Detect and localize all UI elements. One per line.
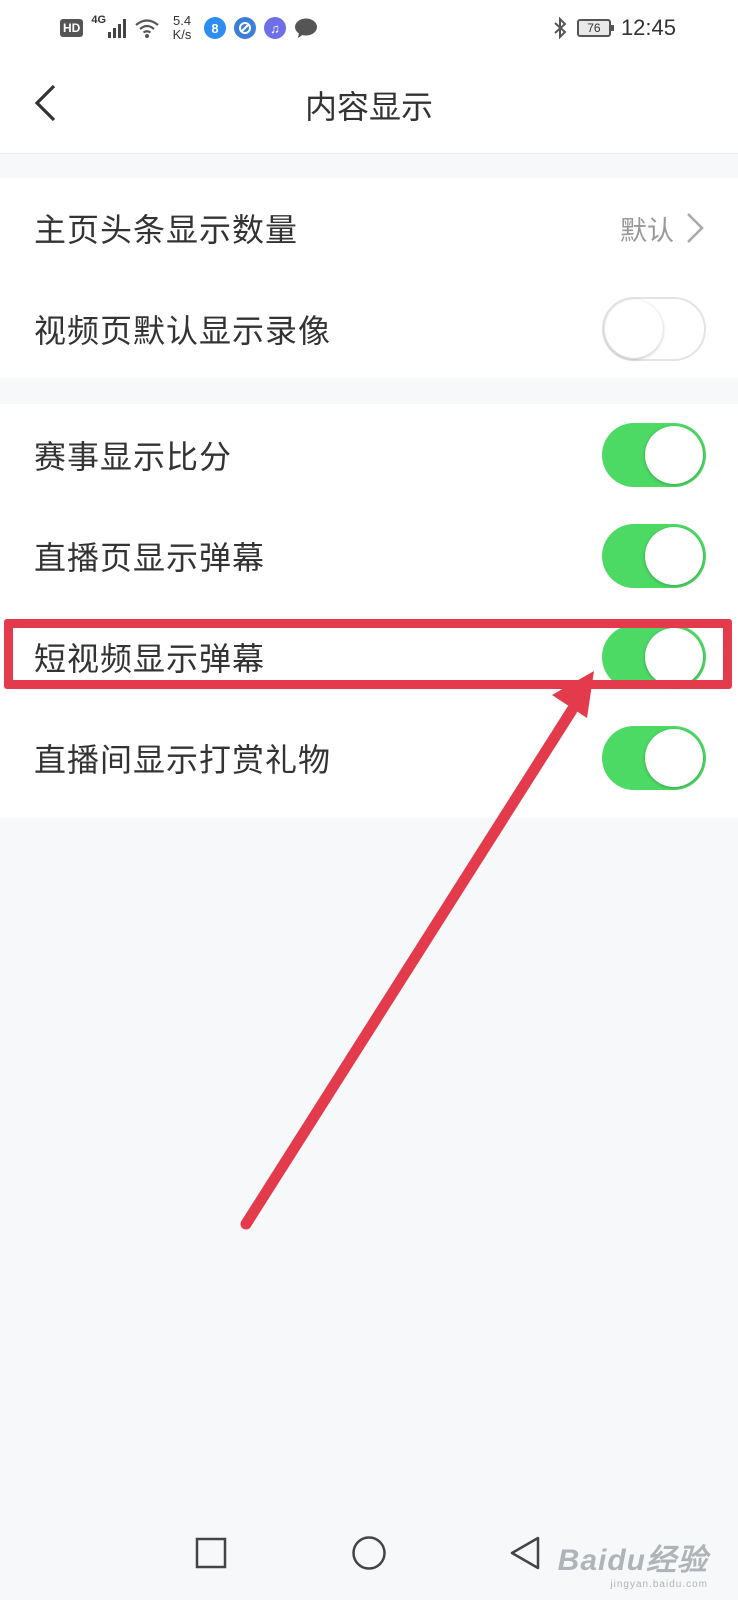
- toggle-knob: [605, 299, 663, 358]
- setting-label: 赛事显示比分: [34, 437, 233, 476]
- status-right: 76 12:45: [553, 10, 676, 46]
- watermark-sub: jingyan.baidu.com: [610, 1579, 708, 1590]
- toggle-live-danmaku[interactable]: [602, 523, 706, 588]
- wifi-icon: [135, 19, 159, 38]
- setting-headline-count[interactable]: 主页头条显示数量 默认: [0, 178, 738, 278]
- toggle-knob: [645, 627, 703, 686]
- setting-video-default-recording: 视频页默认显示录像: [0, 278, 738, 379]
- setting-label: 直播页显示弹幕: [34, 538, 266, 577]
- toggle-live-gifts[interactable]: [602, 725, 706, 790]
- setting-label: 视频页默认显示录像: [34, 311, 332, 350]
- hd-badge: HD: [60, 19, 84, 37]
- battery-icon: 76: [576, 19, 614, 37]
- setting-value-wrap: 默认: [620, 178, 706, 278]
- toggle-match-score[interactable]: [602, 422, 706, 487]
- status-left: HD 4G 5.4 K/s 8 ♫: [60, 10, 318, 46]
- music-icon: ♫: [264, 17, 287, 39]
- toggle-wrap: [602, 404, 706, 505]
- toggle-knob: [645, 425, 703, 484]
- toggle-wrap: [602, 505, 706, 606]
- toggle-knob: [645, 526, 703, 585]
- network-type: 4G: [91, 14, 107, 26]
- setting-short-video-danmaku: 短视频显示弹幕: [0, 606, 738, 707]
- back-triangle-icon: [510, 1536, 540, 1570]
- message-icon: [295, 18, 318, 38]
- setting-label: 主页头条显示数量: [34, 211, 299, 249]
- home-button[interactable]: [344, 1528, 394, 1578]
- toggle-knob: [645, 728, 703, 787]
- home-icon: [352, 1536, 386, 1570]
- setting-live-danmaku: 直播页显示弹幕: [0, 505, 738, 606]
- chevron-left-icon: [34, 84, 56, 122]
- watermark: Baidu经验 jingyan.baidu.com: [558, 1535, 708, 1590]
- clock: 12:45: [620, 15, 676, 40]
- recent-apps-button[interactable]: [186, 1528, 236, 1578]
- toggle-wrap: [602, 606, 706, 707]
- chevron-right-icon: [687, 213, 704, 243]
- back-nav-button[interactable]: [500, 1528, 550, 1578]
- recent-apps-icon: [195, 1537, 227, 1569]
- toggle-wrap: [602, 707, 706, 808]
- toggle-short-video-danmaku[interactable]: [602, 624, 706, 689]
- browser-icon: [234, 17, 257, 39]
- nav-bar: 内容显示: [0, 56, 738, 154]
- setting-live-gifts: 直播间显示打赏礼物: [0, 707, 738, 808]
- setting-value: 默认: [620, 215, 674, 247]
- signal-icon: [108, 18, 127, 38]
- bluetooth-icon: [554, 17, 567, 39]
- setting-match-score: 赛事显示比分: [0, 404, 738, 505]
- status-bar: HD 4G 5.4 K/s 8 ♫ 76 12:45: [0, 0, 738, 56]
- settings-group-basic: 主页头条显示数量 默认 视频页默认显示录像: [0, 178, 738, 378]
- toggle-wrap: [602, 278, 706, 379]
- watermark-main: Baidu经验: [557, 1544, 708, 1577]
- app-8-icon: 8: [204, 17, 227, 39]
- setting-label: 直播间显示打赏礼物: [34, 740, 332, 779]
- setting-label: 短视频显示弹幕: [34, 639, 266, 678]
- settings-group-display: 赛事显示比分 直播页显示弹幕 短视频显示弹幕 直播间显示打赏礼物: [0, 404, 738, 818]
- page-title: 内容显示: [304, 88, 433, 126]
- system-nav-bar: Baidu经验 jingyan.baidu.com: [0, 1510, 738, 1600]
- back-button[interactable]: [20, 78, 70, 128]
- toggle-video-default-recording[interactable]: [602, 296, 706, 361]
- network-speed: 5.4 K/s: [172, 13, 192, 42]
